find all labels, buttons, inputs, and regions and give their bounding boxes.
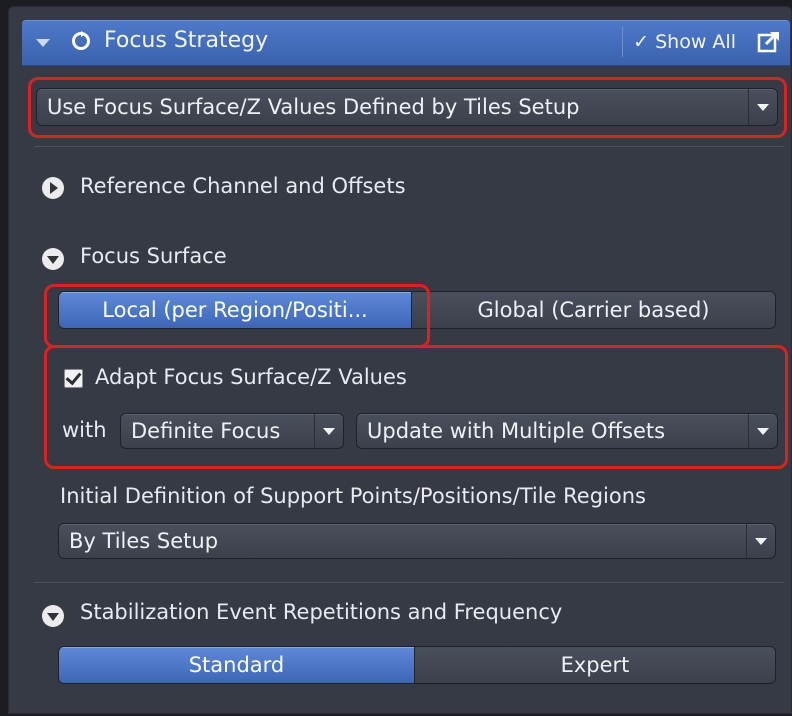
- update-mode-select[interactable]: Update with Multiple Offsets: [356, 413, 778, 449]
- initial-definition-label: Initial Definition of Support Points/Pos…: [60, 484, 646, 508]
- panel-header: Focus Strategy ✓ Show All: [22, 20, 790, 66]
- panel-title: Focus Strategy: [104, 28, 269, 53]
- adapt-checkbox[interactable]: [64, 369, 83, 388]
- show-all-toggle[interactable]: ✓ Show All: [622, 27, 746, 57]
- global-mode-label: Global (Carrier based): [477, 298, 710, 322]
- definite-focus-select[interactable]: Definite Focus: [120, 413, 344, 449]
- adapt-label: Adapt Focus Surface/Z Values: [95, 365, 407, 389]
- check-icon: ✓: [633, 31, 650, 53]
- with-label: with: [62, 418, 107, 442]
- section-focus-surface-label[interactable]: Focus Surface: [80, 244, 227, 268]
- stabilization-mode-toggle: Standard Expert: [58, 646, 776, 684]
- show-all-label: Show All: [655, 31, 736, 53]
- chevron-down-icon: [314, 414, 343, 448]
- focus-strategy-select[interactable]: Use Focus Surface/Z Values Defined by Ti…: [36, 88, 778, 126]
- initial-definition-select[interactable]: By Tiles Setup: [58, 523, 776, 559]
- expert-mode-label: Expert: [560, 653, 630, 677]
- collapse-arrow-icon[interactable]: [42, 605, 64, 627]
- divider: [34, 582, 784, 583]
- chevron-down-icon: [748, 89, 777, 125]
- initial-definition-value: By Tiles Setup: [69, 529, 219, 553]
- standard-mode-button[interactable]: Standard: [59, 647, 414, 683]
- section-reference-label[interactable]: Reference Channel and Offsets: [80, 174, 406, 198]
- collapse-arrow-icon[interactable]: [36, 39, 50, 47]
- global-mode-button[interactable]: Global (Carrier based): [412, 292, 775, 328]
- update-mode-value: Update with Multiple Offsets: [367, 419, 666, 443]
- chevron-down-icon: [746, 524, 775, 558]
- expand-arrow-icon[interactable]: [42, 177, 64, 199]
- definite-focus-value: Definite Focus: [131, 419, 281, 443]
- focus-strategy-value: Use Focus Surface/Z Values Defined by Ti…: [47, 95, 580, 119]
- expert-mode-button[interactable]: Expert: [415, 647, 775, 683]
- refresh-icon: [72, 31, 90, 50]
- local-mode-button[interactable]: Local (per Region/Positi...: [59, 292, 411, 328]
- section-stabilization-label[interactable]: Stabilization Event Repetitions and Freq…: [80, 600, 562, 624]
- focus-surface-mode-toggle: Local (per Region/Positi... Global (Carr…: [58, 291, 776, 329]
- standard-mode-label: Standard: [188, 653, 285, 677]
- collapse-arrow-icon[interactable]: [42, 248, 64, 270]
- popout-icon[interactable]: [756, 29, 782, 55]
- local-mode-label: Local (per Region/Positi...: [102, 298, 368, 322]
- divider: [34, 146, 784, 147]
- chevron-down-icon: [748, 414, 777, 448]
